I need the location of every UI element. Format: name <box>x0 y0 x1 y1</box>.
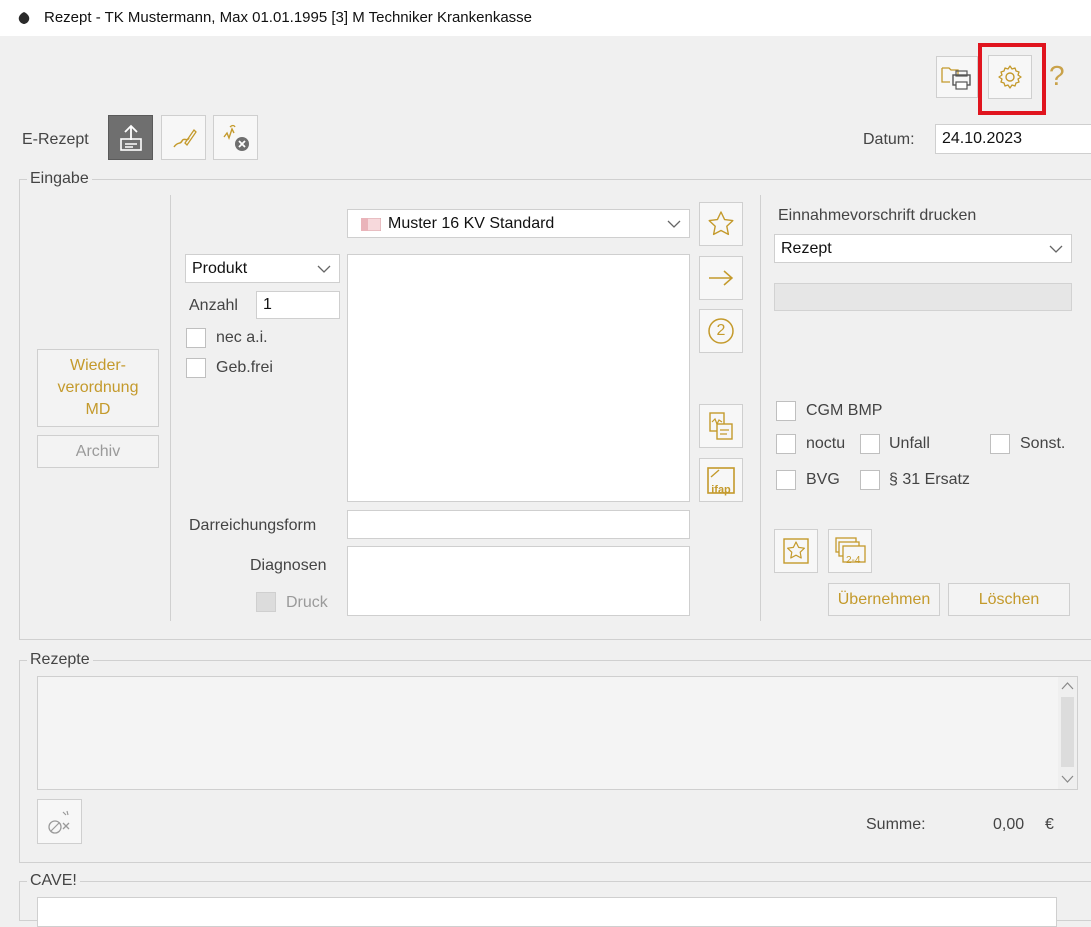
cgm-bmp-checkbox[interactable] <box>776 401 796 421</box>
rezepte-scrollbar[interactable] <box>1058 677 1077 789</box>
erezept-upload-button[interactable] <box>108 115 153 160</box>
rezepte-group-title: Rezepte <box>27 651 93 669</box>
darreichungsform-field[interactable] <box>347 510 690 539</box>
template-select[interactable]: Muster 16 KV Standard <box>347 209 690 238</box>
print-folder-button[interactable] <box>936 56 978 98</box>
pill-remove-icon <box>47 810 69 834</box>
document-pulse-icon <box>709 412 733 440</box>
scroll-down-icon[interactable] <box>1061 775 1074 784</box>
template-select-value: Muster 16 KV Standard <box>388 214 555 232</box>
cgm-bmp-label: CGM BMP <box>806 402 883 419</box>
settings-highlight-box <box>978 43 1046 115</box>
archiv-button[interactable]: Archiv <box>37 435 159 468</box>
gebfrei-checkbox[interactable] <box>186 358 206 378</box>
einnahme-label: Einnahmevorschrift drucken <box>778 207 977 224</box>
scroll-thumb[interactable] <box>1061 697 1074 767</box>
window-title: Rezept - TK Mustermann, Max 01.01.1995 [… <box>44 9 533 26</box>
chevron-down-icon <box>667 220 681 228</box>
rezepte-action-button[interactable] <box>37 799 82 844</box>
noctu-label: noctu <box>806 435 846 452</box>
star-icon <box>708 211 734 236</box>
darreichungsform-label: Darreichungsform <box>189 517 317 534</box>
divider-right <box>760 195 761 621</box>
ifap-button[interactable]: ifap <box>699 458 743 502</box>
datum-field[interactable]: 24.10.2023 <box>935 124 1091 154</box>
sonst-label: Sonst. <box>1020 435 1066 452</box>
divider-left <box>170 195 171 621</box>
folder-printer-icon <box>941 67 971 90</box>
eingabe-group-title: Eingabe <box>27 170 92 188</box>
favorite-button[interactable] <box>699 202 743 246</box>
gebfrei-label: Geb.frei <box>216 359 273 376</box>
noctu-checkbox[interactable] <box>776 434 796 454</box>
ersatz-checkbox[interactable] <box>860 470 880 490</box>
product-textarea[interactable] <box>347 254 690 502</box>
cave-group-title: CAVE! <box>27 872 80 890</box>
wiederverordnung-button[interactable]: Wieder- verordnung MD <box>37 349 159 427</box>
druck-checkbox[interactable] <box>256 592 276 612</box>
chevron-down-icon <box>317 265 331 273</box>
chevron-down-icon <box>1049 245 1063 253</box>
app-icon <box>18 12 30 24</box>
currency-symbol: € <box>1045 816 1054 833</box>
loeschen-button[interactable]: Löschen <box>948 583 1070 616</box>
rezepte-list[interactable] <box>37 676 1078 790</box>
badge-24: 2-4 <box>846 555 861 566</box>
summe-value: 0,00 <box>993 816 1025 833</box>
bvg-label: BVG <box>806 471 840 488</box>
arrow-right-icon <box>709 270 734 286</box>
bvg-checkbox[interactable] <box>776 470 796 490</box>
title-bar: Rezept - TK Mustermann, Max 01.01.1995 [… <box>0 0 1091 36</box>
form-flag-icon <box>361 218 381 231</box>
nec-label: nec a.i. <box>216 329 268 346</box>
upload-icon <box>119 124 142 151</box>
signature-button[interactable] <box>161 115 206 160</box>
signature-icon <box>172 128 197 147</box>
ersatz-label: § 31 Ersatz <box>889 471 970 488</box>
diagnosen-label: Diagnosen <box>250 557 327 574</box>
einnahme-select-value: Rezept <box>781 239 832 257</box>
uebernehmen-button[interactable]: Übernehmen <box>828 583 940 616</box>
sonst-checkbox[interactable] <box>990 434 1010 454</box>
remove-signature-button[interactable] <box>213 115 258 160</box>
anzahl-label: Anzahl <box>189 297 238 314</box>
unfall-label: Unfall <box>889 435 930 452</box>
einnahme-text-field[interactable] <box>774 283 1072 311</box>
number-badge-text: 2 <box>716 322 726 339</box>
einnahme-select[interactable]: Rezept <box>774 234 1072 263</box>
transfer-button[interactable] <box>699 256 743 300</box>
druck-label: Druck <box>286 594 328 611</box>
type-select-value: Produkt <box>192 259 248 277</box>
erezept-label: E-Rezept <box>22 131 89 148</box>
nec-checkbox[interactable] <box>186 328 206 348</box>
favorites-list-button[interactable] <box>774 529 818 573</box>
summe-label: Summe: <box>866 816 926 833</box>
datum-label: Datum: <box>863 131 915 148</box>
remove-signature-icon <box>222 124 249 151</box>
diagnosen-field[interactable] <box>347 546 690 616</box>
scroll-up-icon[interactable] <box>1061 681 1074 690</box>
unfall-checkbox[interactable] <box>860 434 880 454</box>
multi-prescription-button[interactable]: 2-4 <box>828 529 872 573</box>
second-prescription-button[interactable]: 2 <box>699 309 743 353</box>
help-icon[interactable]: ? <box>1049 60 1065 92</box>
type-select[interactable]: Produkt <box>185 254 340 283</box>
ifap-label: ifap <box>711 484 731 496</box>
anzahl-field[interactable]: 1 <box>256 291 340 319</box>
star-frame-icon <box>783 538 809 564</box>
medication-plan-button[interactable] <box>699 404 743 448</box>
cave-field[interactable] <box>37 897 1057 927</box>
